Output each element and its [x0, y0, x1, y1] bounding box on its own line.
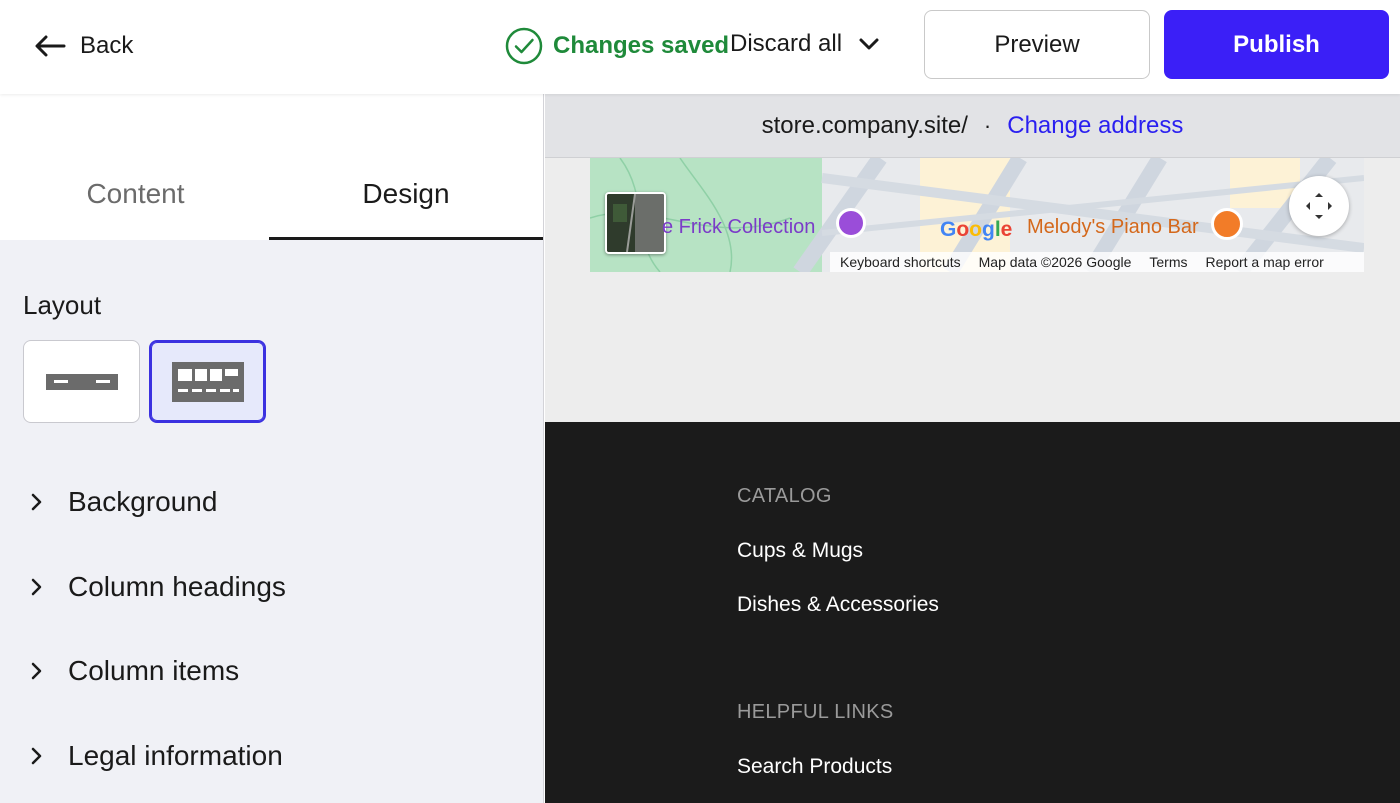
layout-multi-column-icon	[171, 361, 244, 402]
publish-button[interactable]: Publish	[1164, 10, 1389, 79]
satellite-toggle[interactable]	[605, 192, 666, 254]
section-label: Column items	[68, 655, 240, 686]
map-attribution: Keyboard shortcuts Map data ©2026 Google…	[830, 252, 1364, 272]
chevron-right-icon	[31, 578, 42, 596]
section-background[interactable]: Background	[30, 482, 217, 522]
map-label-place[interactable]: e Frick Collection	[662, 216, 815, 239]
discard-all-dropdown[interactable]: Discard all	[730, 30, 880, 58]
section-legal-information[interactable]: Legal information	[30, 736, 283, 776]
top-bar: Back Changes saved Discard all Preview P…	[0, 0, 1400, 94]
preview-button[interactable]: Preview	[924, 10, 1150, 79]
chevron-right-icon	[31, 493, 42, 511]
terms-link[interactable]: Terms	[1149, 254, 1187, 270]
site-preview: store.company.site/ · Change address e F…	[545, 94, 1400, 803]
section-label: Legal information	[68, 740, 283, 771]
google-logo: Google	[940, 218, 1013, 241]
chevron-right-icon	[31, 747, 42, 765]
address-bar: store.company.site/ · Change address	[545, 94, 1400, 158]
section-column-items[interactable]: Column items	[30, 651, 239, 691]
address-separator: ·	[983, 112, 992, 138]
footer-column-heading: CATALOG	[737, 485, 832, 507]
layout-option-multi-column[interactable]	[149, 340, 266, 423]
section-column-headings[interactable]: Column headings	[30, 567, 286, 607]
check-circle-icon	[505, 27, 543, 65]
section-label: Column headings	[68, 571, 286, 602]
satellite-thumbnail-icon	[607, 194, 664, 252]
keyboard-shortcuts-link[interactable]: Keyboard shortcuts	[840, 254, 961, 270]
layout-single-row-icon	[45, 373, 118, 390]
footer-link[interactable]: Cups & Mugs	[737, 539, 863, 563]
map-embed[interactable]: e Frick Collection Google Melody's Piano…	[590, 158, 1364, 272]
layout-option-single-row[interactable]	[23, 340, 140, 423]
change-address-link[interactable]: Change address	[1007, 112, 1183, 140]
report-map-error-link[interactable]: Report a map error	[1206, 254, 1324, 270]
layout-heading: Layout	[23, 290, 102, 320]
map-data-text: Map data ©2026 Google	[978, 254, 1132, 270]
site-footer: CATALOG Cups & Mugs Dishes & Accessories…	[545, 422, 1400, 803]
footer-link[interactable]: Dishes & Accessories	[737, 593, 939, 617]
fullscreen-icon	[1306, 193, 1332, 219]
chevron-down-icon	[859, 38, 879, 50]
tab-design[interactable]: Design	[269, 154, 543, 240]
footer-link[interactable]: Search Products	[737, 755, 892, 779]
chevron-right-icon	[31, 662, 42, 680]
save-status: Changes saved	[505, 27, 729, 65]
discard-all-label: Discard all	[730, 30, 843, 57]
footer-column-heading: HELPFUL LINKS	[737, 701, 894, 723]
editor-panel: Content Design Layout Background Column …	[0, 94, 544, 803]
save-status-label: Changes saved	[553, 32, 730, 59]
bar-pin-icon[interactable]	[1211, 208, 1243, 240]
museum-pin-icon[interactable]	[836, 208, 866, 238]
map-fullscreen-button[interactable]	[1289, 176, 1349, 236]
editor-tabs: Content Design	[0, 94, 543, 240]
arrow-left-icon	[35, 35, 66, 57]
site-address: store.company.site/	[761, 111, 968, 139]
back-button[interactable]: Back	[34, 28, 133, 64]
back-label: Back	[80, 32, 134, 59]
map-label-place[interactable]: Melody's Piano Bar	[1027, 216, 1199, 239]
tab-content[interactable]: Content	[0, 154, 271, 240]
section-label: Background	[68, 486, 218, 517]
